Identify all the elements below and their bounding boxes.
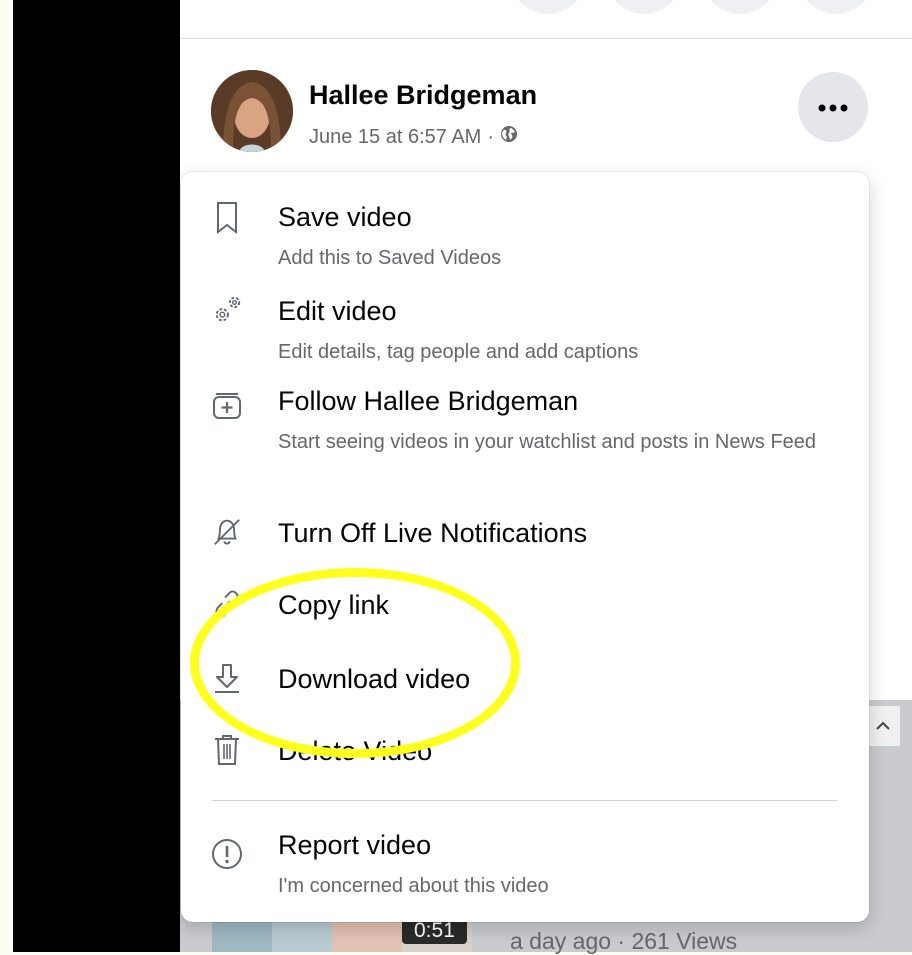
bookmark-icon: [211, 200, 243, 236]
menu-item-description: Edit details, tag people and add caption…: [278, 341, 639, 363]
link-icon: [211, 586, 243, 622]
menu-item-turn-off-live-notifications[interactable]: Turn Off Live Notifications: [181, 502, 869, 562]
menu-item-description: Start seeing videos in your watchlist an…: [278, 431, 817, 453]
menu-item-label: Report video: [278, 830, 432, 860]
meta-separator: ·: [487, 125, 495, 148]
menu-item-description: Add this to Saved Videos: [278, 247, 502, 269]
video-player-area: [13, 0, 180, 952]
post-timestamp[interactable]: June 15 at 6:57 AM: [309, 126, 481, 149]
follow-plus-icon: [211, 386, 243, 422]
post-options-menu: Save video Add this to Saved Videos Edit…: [181, 172, 869, 922]
menu-item-download-video[interactable]: Download video: [181, 648, 869, 708]
trash-icon: [211, 732, 243, 768]
menu-item-follow[interactable]: Follow Hallee Bridgeman Start seeing vid…: [181, 382, 869, 492]
menu-item-label: Edit video: [278, 296, 397, 326]
more-options-button[interactable]: [798, 72, 868, 142]
menu-divider: [212, 800, 837, 801]
report-icon: [211, 836, 243, 872]
section-divider: [180, 38, 912, 39]
gears-icon: [211, 292, 243, 328]
menu-item-report-video[interactable]: Report video I'm concerned about this vi…: [181, 824, 869, 904]
menu-item-label: Copy link: [278, 590, 390, 620]
chevron-up-icon: [876, 719, 890, 734]
menu-item-description: I'm concerned about this video: [278, 875, 549, 897]
menu-item-label: Save video: [278, 202, 412, 232]
more-horizontal-icon: [818, 100, 848, 115]
download-icon: [211, 660, 243, 696]
post-author-name[interactable]: Hallee Bridgeman: [309, 80, 537, 111]
menu-item-label: Turn Off Live Notifications: [278, 518, 588, 548]
menu-item-label: Delete Video: [278, 736, 433, 766]
avatar[interactable]: [211, 70, 293, 152]
menu-item-delete-video[interactable]: Delete Video: [181, 722, 869, 782]
menu-item-save-video[interactable]: Save video Add this to Saved Videos: [181, 194, 869, 278]
menu-item-copy-link[interactable]: Copy link: [181, 576, 869, 636]
bell-off-icon: [211, 514, 243, 550]
globe-icon: [500, 125, 518, 149]
menu-item-edit-video[interactable]: Edit video Edit details, tag people and …: [181, 288, 869, 372]
menu-item-label: Follow Hallee Bridgeman: [278, 386, 579, 416]
scroll-up-button[interactable]: [866, 706, 900, 746]
video-stats: a day ago · 261 Views: [510, 928, 738, 954]
post-meta: June 15 at 6:57 AM ·: [309, 125, 518, 149]
menu-item-label: Download video: [278, 664, 471, 694]
